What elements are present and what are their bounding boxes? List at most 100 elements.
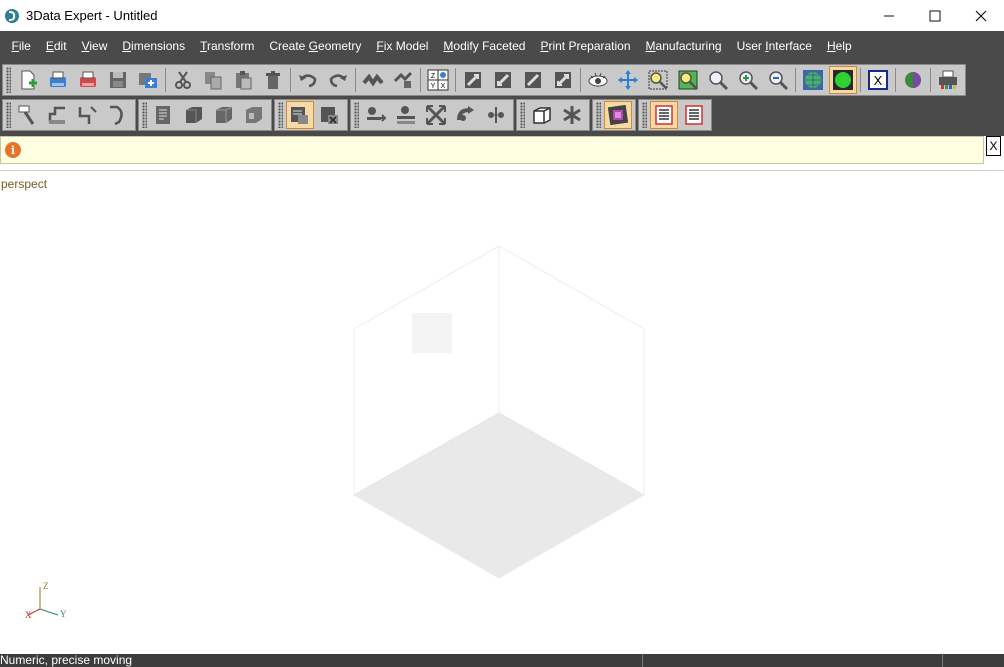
eye-view-button[interactable] (584, 66, 612, 94)
list-off-button[interactable] (680, 101, 708, 129)
toolbar-grip[interactable] (596, 102, 601, 128)
align-button[interactable] (392, 101, 420, 129)
menu-mnemonic: M (645, 39, 656, 53)
solid-cube-button[interactable] (210, 101, 238, 129)
menu-label: ransform (206, 39, 255, 53)
toolbar-grip[interactable] (278, 102, 283, 128)
toolbar-grip[interactable] (142, 102, 147, 128)
menu-user-interface[interactable]: User Interface (729, 31, 819, 62)
render-shade-icon (833, 70, 853, 90)
solid-frame-button[interactable] (240, 101, 268, 129)
measure-button[interactable] (14, 101, 42, 129)
zoom-icon (709, 71, 729, 91)
status-divider (642, 654, 643, 667)
print-button[interactable] (934, 66, 962, 94)
box-outline-button[interactable] (528, 101, 556, 129)
zoom-in-button[interactable] (734, 66, 762, 94)
main-toolbar: ZXY X (0, 62, 1004, 98)
zoom-out-button[interactable] (764, 66, 792, 94)
render-shade-button[interactable] (829, 66, 857, 94)
toolbar-separator (165, 68, 166, 92)
list-on-button[interactable] (650, 101, 678, 129)
undo-button[interactable] (294, 66, 322, 94)
measure-edge-button[interactable] (44, 101, 72, 129)
menu-file[interactable]: File (4, 31, 38, 62)
cut-button[interactable] (169, 66, 197, 94)
toolbar-grip[interactable] (6, 67, 11, 93)
toolbar-separator (860, 68, 861, 92)
close-view-button[interactable]: X (864, 66, 892, 94)
menu-help[interactable]: Help (819, 31, 859, 62)
open-recent-button[interactable] (74, 66, 102, 94)
zoom-extents-icon (678, 70, 698, 90)
list-off-icon (685, 105, 703, 125)
zoom-window-button[interactable] (644, 66, 672, 94)
delete-button[interactable] (259, 66, 287, 94)
mirror-button[interactable] (482, 101, 510, 129)
new-file-icon (21, 70, 37, 90)
measure-arc-button[interactable] (104, 101, 132, 129)
redo-icon (329, 74, 347, 88)
view-left-button[interactable] (519, 66, 547, 94)
view-front-button[interactable] (459, 66, 487, 94)
menu-transform[interactable]: Transform (193, 31, 262, 62)
zoom-extents-button[interactable] (674, 66, 702, 94)
view-back-button[interactable] (489, 66, 517, 94)
scale-button[interactable] (422, 101, 450, 129)
solid-box-button[interactable] (180, 101, 208, 129)
menu-modify-faceted[interactable]: Modify Faceted (436, 31, 533, 62)
toolbar-grip[interactable] (6, 102, 11, 128)
redo-button[interactable] (324, 66, 352, 94)
save-as-button[interactable] (134, 66, 162, 94)
toolbar-grip[interactable] (520, 102, 525, 128)
open-file-button[interactable] (44, 66, 72, 94)
report-button[interactable] (150, 101, 178, 129)
move-button[interactable] (362, 101, 390, 129)
menu-create-geometry[interactable]: Create Geometry (262, 31, 369, 62)
copy-button[interactable] (199, 66, 227, 94)
toolbar-grip[interactable] (642, 102, 647, 128)
paste-button[interactable] (229, 66, 257, 94)
view-right-button[interactable] (549, 66, 577, 94)
toolbar-separator (930, 68, 931, 92)
layer-off-button[interactable] (316, 101, 344, 129)
menu-view[interactable]: View (74, 31, 115, 62)
toolbar-grip[interactable] (354, 102, 359, 128)
menu-fix-model[interactable]: Fix Model (369, 31, 436, 62)
group-select-button[interactable] (389, 66, 417, 94)
menu-dimensions[interactable]: Dimensions (115, 31, 193, 62)
group-select-icon (393, 71, 413, 88)
menu-manufacturing[interactable]: Manufacturing (638, 31, 729, 62)
save-button[interactable] (104, 66, 132, 94)
pan-button[interactable] (614, 66, 642, 94)
close-button[interactable] (958, 0, 1004, 31)
menu-edit[interactable]: Edit (38, 31, 74, 62)
save-as-icon (139, 73, 157, 88)
measure-arc-icon (110, 105, 123, 126)
sphere-button[interactable] (899, 66, 927, 94)
new-file-button[interactable] (14, 66, 42, 94)
menu-mnemonic: E (45, 39, 54, 53)
cube-floor (354, 413, 644, 578)
layer-on-button[interactable] (286, 101, 314, 129)
measure-angle-button[interactable] (74, 101, 102, 129)
menu-print-preparation[interactable]: Print Preparation (533, 31, 638, 62)
render-wire-button[interactable] (799, 66, 827, 94)
delete-icon (266, 71, 280, 89)
menu-label: eometry (318, 39, 362, 53)
zoom-out-icon (769, 71, 789, 91)
maximize-button[interactable] (912, 0, 958, 31)
maximize-icon (929, 10, 941, 21)
view-back-icon (495, 72, 511, 88)
zoom-button[interactable] (704, 66, 732, 94)
material-button[interactable] (604, 101, 632, 129)
info-close-button[interactable]: X (986, 136, 1001, 156)
minimize-button[interactable] (866, 0, 912, 31)
report-icon (156, 106, 170, 124)
rotate-button[interactable] (452, 101, 480, 129)
3d-viewport[interactable]: perspect Z X Y (0, 170, 1004, 654)
chain-select-button[interactable] (359, 66, 387, 94)
view-grid-button[interactable]: ZXY (424, 66, 452, 94)
star-button[interactable] (558, 101, 586, 129)
material-icon (607, 104, 629, 126)
